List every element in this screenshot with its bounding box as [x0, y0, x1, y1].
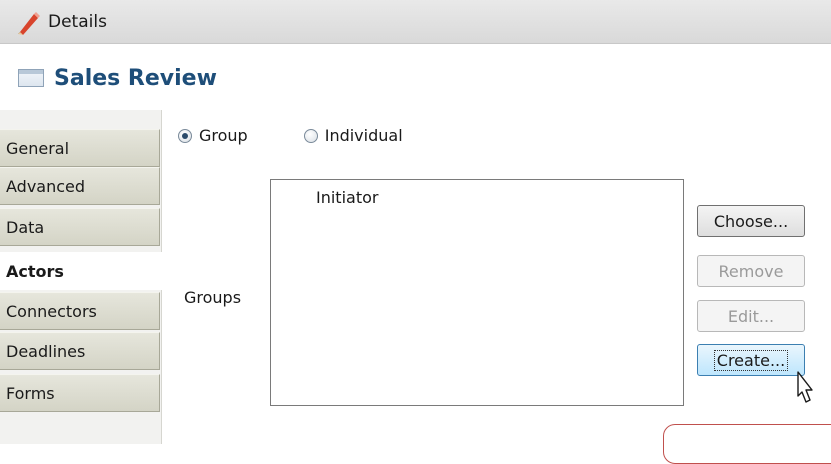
- groups-label: Groups: [184, 288, 242, 307]
- sidebar-item-general[interactable]: General: [0, 129, 160, 167]
- window-title: Details: [48, 11, 107, 32]
- radio-individual-label: Individual: [324, 126, 403, 145]
- sidebar-item-advanced[interactable]: Advanced: [0, 167, 160, 205]
- mouse-pointer-icon: [797, 371, 813, 403]
- radio-group-label: Group: [199, 126, 248, 145]
- choose-button[interactable]: Choose...: [697, 205, 805, 237]
- list-item[interactable]: Initiator: [316, 188, 378, 207]
- sidebar-item-forms[interactable]: Forms: [0, 374, 160, 412]
- title-bar: Details: [0, 0, 831, 44]
- radio-unselected-icon[interactable]: [303, 128, 318, 143]
- radio-group[interactable]: Group: [178, 126, 248, 145]
- sidebar-nav: General Advanced Data Actors Connectors …: [0, 110, 162, 444]
- radio-individual[interactable]: Individual: [303, 126, 403, 145]
- groups-list[interactable]: Initiator: [270, 179, 684, 406]
- page-title: Sales Review: [54, 65, 217, 91]
- sidebar-item-connectors[interactable]: Connectors: [0, 292, 160, 330]
- page-header: Sales Review: [0, 60, 831, 96]
- window-icon: [18, 69, 44, 87]
- sidebar-item-actors[interactable]: Actors: [0, 252, 162, 290]
- callout-box: [663, 424, 831, 464]
- remove-button-label: Remove: [718, 261, 784, 281]
- sidebar-item-data[interactable]: Data: [0, 208, 160, 246]
- create-button-label: Create...: [713, 349, 789, 371]
- pencil-icon: [18, 11, 40, 35]
- sidebar-item-deadlines[interactable]: Deadlines: [0, 332, 160, 370]
- radio-selected-icon[interactable]: [178, 128, 192, 143]
- edit-button-label: Edit...: [727, 306, 775, 326]
- choose-button-label: Choose...: [713, 211, 789, 231]
- actor-type-radio-group: Group Individual: [178, 126, 403, 145]
- edit-button[interactable]: Edit...: [697, 300, 805, 332]
- remove-button[interactable]: Remove: [697, 255, 805, 287]
